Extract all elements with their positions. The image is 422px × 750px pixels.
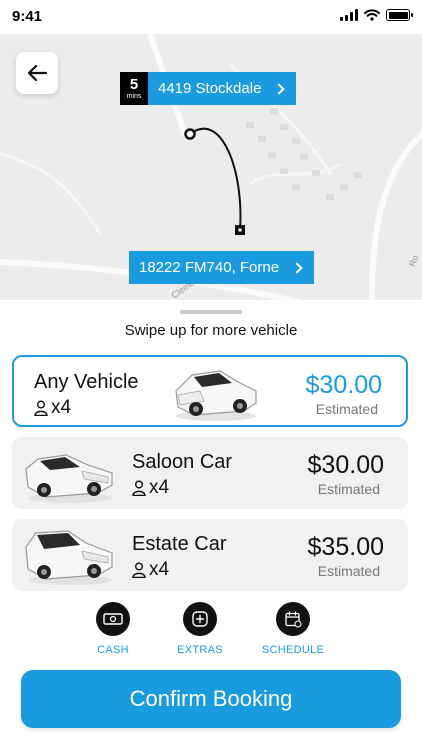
option-label: CASH — [97, 644, 129, 656]
option-cash[interactable]: CASH — [73, 602, 153, 656]
arrow-left-icon — [27, 64, 47, 82]
signal-icon — [340, 9, 358, 21]
sedan-car-icon — [175, 370, 257, 421]
wifi-icon — [364, 9, 380, 21]
saloon-car-icon — [25, 454, 113, 503]
calendar-icon-circle — [276, 602, 310, 636]
calendar-icon — [285, 611, 302, 628]
drag-handle[interactable] — [180, 310, 242, 314]
chevron-right-icon — [291, 261, 303, 274]
dropoff-address: 18222 FM740, Forne — [129, 251, 315, 284]
eta-badge: 5 mins — [120, 72, 148, 105]
option-label: EXTRAS — [177, 644, 223, 656]
battery-icon — [386, 9, 413, 21]
vehicle-capacity: x4 — [34, 397, 71, 419]
person-icon — [34, 400, 48, 416]
plus-icon-circle — [183, 602, 217, 636]
pickup-marker — [184, 128, 196, 140]
eta-value: 5 — [129, 76, 139, 93]
capacity-value: x4 — [149, 477, 170, 498]
vehicle-card-any-vehicle[interactable]: Any Vehicle x4 $30.00 Estimated — [12, 355, 408, 427]
vehicle-card-saloon-car[interactable]: Saloon Car x4 $30.00 Estimated — [12, 437, 408, 509]
pickup-address-text: 4419 Stockdale — [158, 80, 262, 97]
capacity-value: x4 — [149, 559, 170, 580]
plus-icon — [192, 611, 208, 627]
vehicle-name: Saloon Car — [132, 451, 233, 473]
status-bar: 9:41 — [0, 0, 422, 34]
vehicle-price: $30.00 — [307, 451, 384, 479]
cash-icon-circle — [96, 602, 130, 636]
swipe-hint: Swipe up for more vehicle — [124, 322, 298, 339]
status-icons — [340, 9, 413, 21]
price-note: Estimated — [317, 481, 380, 497]
vehicle-name: Estate Car — [132, 533, 227, 555]
booking-options: CASH EXTRAS SCHEDULE — [0, 602, 422, 662]
option-extras[interactable]: EXTRAS — [160, 602, 240, 656]
vehicle-price: $35.00 — [307, 533, 384, 561]
route-map[interactable]: Clemo Ro 5 mins 4419 Stockdale 18222 FM7… — [0, 34, 422, 300]
price-note: Estimated — [315, 401, 378, 417]
pickup-address-chip[interactable]: 5 mins 4419 Stockdale — [120, 72, 297, 105]
chevron-right-icon — [273, 82, 286, 95]
option-label: SCHEDULE — [261, 644, 325, 656]
person-icon — [132, 480, 146, 496]
confirm-booking-button[interactable]: Confirm Booking — [21, 670, 401, 728]
price-note: Estimated — [317, 563, 380, 579]
dropoff-address-text: 18222 FM740, Forne — [139, 259, 280, 276]
vehicle-sheet: Swipe up for more vehicle Any Vehicle x4… — [0, 300, 422, 750]
status-time: 9:41 — [12, 8, 43, 25]
dropoff-address-chip[interactable]: 18222 FM740, Forne — [129, 251, 315, 284]
cash-icon — [103, 613, 123, 625]
back-button[interactable] — [16, 52, 58, 94]
estate-car-icon — [25, 530, 113, 585]
vehicle-price: $30.00 — [305, 371, 382, 399]
eta-unit: mins — [126, 93, 142, 100]
option-schedule[interactable]: SCHEDULE — [253, 602, 333, 656]
vehicle-capacity: x4 — [132, 477, 169, 499]
vehicle-capacity: x4 — [132, 559, 169, 581]
vehicle-card-estate-car[interactable]: Estate Car x4 $35.00 Estimated — [12, 519, 408, 591]
vehicle-name: Any Vehicle — [34, 371, 139, 393]
pickup-address: 4419 Stockdale — [148, 72, 297, 105]
person-icon — [132, 562, 146, 578]
capacity-value: x4 — [51, 397, 72, 418]
